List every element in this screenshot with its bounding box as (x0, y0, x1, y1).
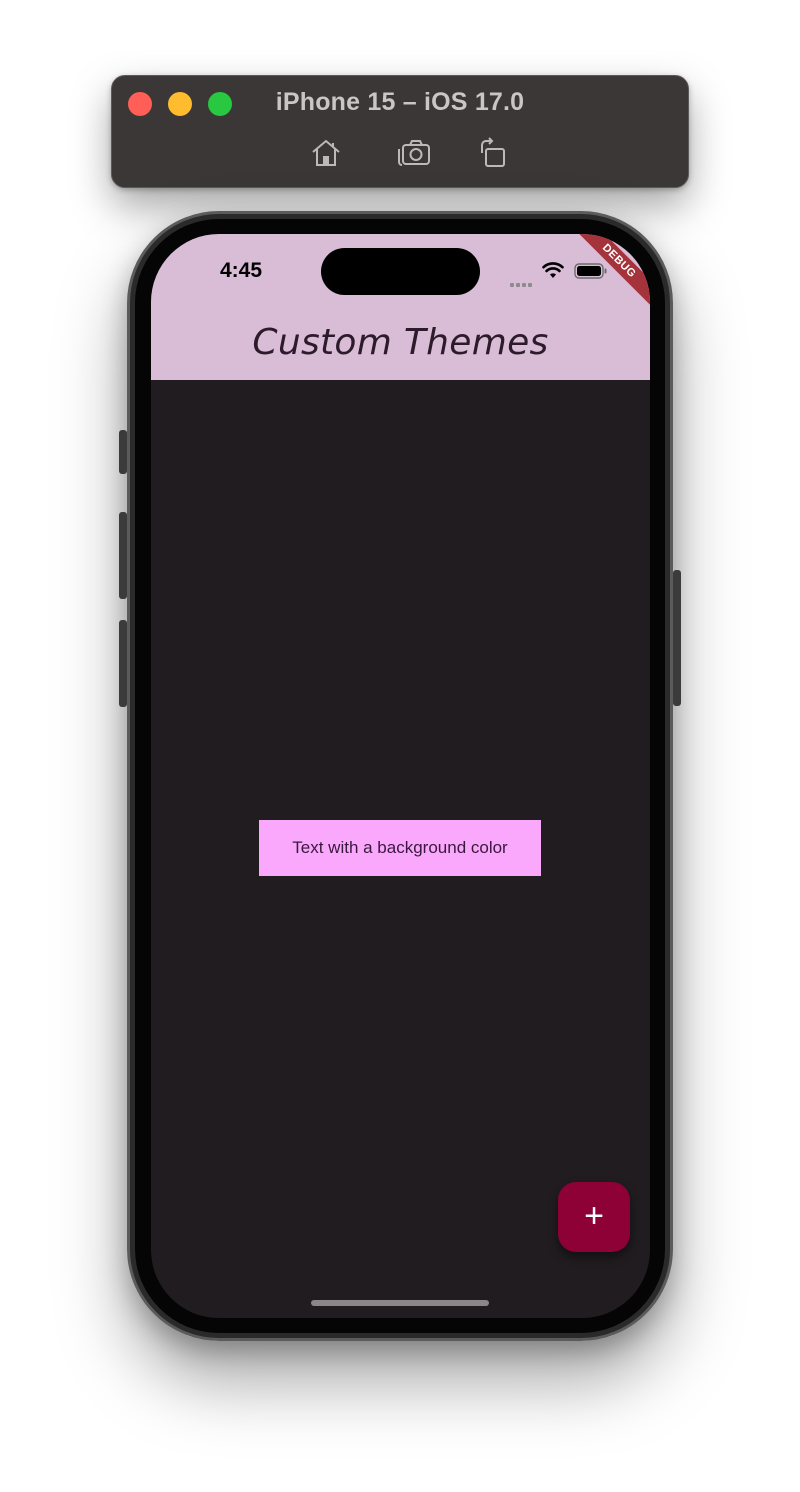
phone-screen: 4:45 DEBUG Custom Themes Text with a bac… (151, 234, 650, 1318)
volume-down-button (119, 620, 127, 707)
volume-up-button (119, 512, 127, 599)
cellular-signal-icon (510, 274, 536, 287)
page-title: Custom Themes (252, 322, 549, 363)
highlighted-text: Text with a background color (259, 820, 541, 876)
screenshot-camera-icon[interactable] (397, 136, 431, 170)
simulator-title: iPhone 15 – iOS 17.0 (275, 88, 525, 116)
simulator-stage: iPhone 15 – iOS 17.0 4:45 DEBUG Custom T… (0, 0, 800, 1492)
wifi-icon (542, 262, 564, 278)
battery-icon (574, 263, 607, 279)
power-button (673, 570, 681, 706)
action-button (119, 430, 127, 474)
add-button[interactable]: + (558, 1182, 630, 1252)
app-bar: 4:45 DEBUG Custom Themes (151, 234, 650, 380)
status-time: 4:45 (219, 259, 263, 282)
home-indicator[interactable] (311, 1300, 489, 1306)
dynamic-island (321, 248, 480, 295)
rotate-icon[interactable] (476, 136, 510, 170)
home-icon[interactable] (309, 136, 343, 170)
